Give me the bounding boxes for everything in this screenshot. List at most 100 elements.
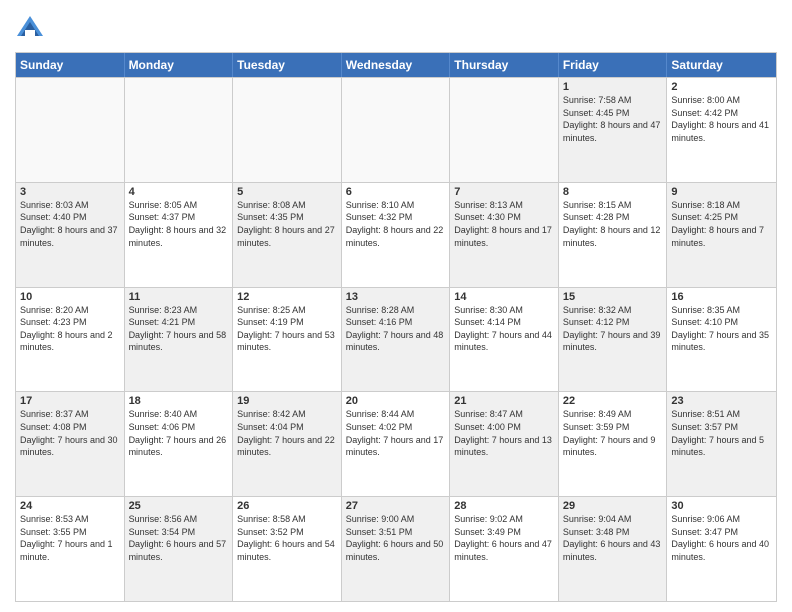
day-number: 30	[671, 500, 772, 512]
day-number: 18	[129, 395, 229, 407]
day-number: 5	[237, 186, 337, 198]
calendar-cell-4: 4Sunrise: 8:05 AM Sunset: 4:37 PM Daylig…	[125, 183, 234, 287]
day-info: Sunrise: 8:23 AM Sunset: 4:21 PM Dayligh…	[129, 304, 229, 354]
calendar-cell-15: 15Sunrise: 8:32 AM Sunset: 4:12 PM Dayli…	[559, 288, 668, 392]
day-info: Sunrise: 8:20 AM Sunset: 4:23 PM Dayligh…	[20, 304, 120, 354]
day-number: 29	[563, 500, 663, 512]
calendar-cell-19: 19Sunrise: 8:42 AM Sunset: 4:04 PM Dayli…	[233, 392, 342, 496]
calendar-body: 1Sunrise: 7:58 AM Sunset: 4:45 PM Daylig…	[16, 77, 776, 601]
calendar-cell-14: 14Sunrise: 8:30 AM Sunset: 4:14 PM Dayli…	[450, 288, 559, 392]
day-info: Sunrise: 9:02 AM Sunset: 3:49 PM Dayligh…	[454, 513, 554, 563]
calendar-row-4: 24Sunrise: 8:53 AM Sunset: 3:55 PM Dayli…	[16, 496, 776, 601]
day-number: 24	[20, 500, 120, 512]
page: SundayMondayTuesdayWednesdayThursdayFrid…	[0, 0, 792, 612]
day-info: Sunrise: 8:08 AM Sunset: 4:35 PM Dayligh…	[237, 199, 337, 249]
day-number: 7	[454, 186, 554, 198]
day-info: Sunrise: 8:30 AM Sunset: 4:14 PM Dayligh…	[454, 304, 554, 354]
day-number: 20	[346, 395, 446, 407]
day-number: 26	[237, 500, 337, 512]
calendar-cell-empty	[125, 78, 234, 182]
calendar-cell-27: 27Sunrise: 9:00 AM Sunset: 3:51 PM Dayli…	[342, 497, 451, 601]
calendar-cell-25: 25Sunrise: 8:56 AM Sunset: 3:54 PM Dayli…	[125, 497, 234, 601]
day-info: Sunrise: 8:58 AM Sunset: 3:52 PM Dayligh…	[237, 513, 337, 563]
day-number: 17	[20, 395, 120, 407]
day-info: Sunrise: 8:51 AM Sunset: 3:57 PM Dayligh…	[671, 408, 772, 458]
calendar-cell-29: 29Sunrise: 9:04 AM Sunset: 3:48 PM Dayli…	[559, 497, 668, 601]
calendar-row-3: 17Sunrise: 8:37 AM Sunset: 4:08 PM Dayli…	[16, 391, 776, 496]
weekday-header-tuesday: Tuesday	[233, 53, 342, 77]
weekday-header-thursday: Thursday	[450, 53, 559, 77]
day-info: Sunrise: 8:10 AM Sunset: 4:32 PM Dayligh…	[346, 199, 446, 249]
calendar-header: SundayMondayTuesdayWednesdayThursdayFrid…	[16, 53, 776, 77]
day-number: 23	[671, 395, 772, 407]
calendar-cell-30: 30Sunrise: 9:06 AM Sunset: 3:47 PM Dayli…	[667, 497, 776, 601]
calendar-row-2: 10Sunrise: 8:20 AM Sunset: 4:23 PM Dayli…	[16, 287, 776, 392]
day-number: 2	[671, 81, 772, 93]
day-number: 6	[346, 186, 446, 198]
day-info: Sunrise: 7:58 AM Sunset: 4:45 PM Dayligh…	[563, 94, 663, 144]
day-number: 3	[20, 186, 120, 198]
calendar-cell-empty	[233, 78, 342, 182]
day-info: Sunrise: 8:44 AM Sunset: 4:02 PM Dayligh…	[346, 408, 446, 458]
calendar-cell-21: 21Sunrise: 8:47 AM Sunset: 4:00 PM Dayli…	[450, 392, 559, 496]
calendar: SundayMondayTuesdayWednesdayThursdayFrid…	[15, 52, 777, 602]
calendar-cell-empty	[16, 78, 125, 182]
weekday-header-wednesday: Wednesday	[342, 53, 451, 77]
day-info: Sunrise: 8:18 AM Sunset: 4:25 PM Dayligh…	[671, 199, 772, 249]
weekday-header-monday: Monday	[125, 53, 234, 77]
day-info: Sunrise: 8:15 AM Sunset: 4:28 PM Dayligh…	[563, 199, 663, 249]
day-number: 14	[454, 291, 554, 303]
day-info: Sunrise: 9:04 AM Sunset: 3:48 PM Dayligh…	[563, 513, 663, 563]
day-number: 28	[454, 500, 554, 512]
day-info: Sunrise: 8:35 AM Sunset: 4:10 PM Dayligh…	[671, 304, 772, 354]
day-info: Sunrise: 8:03 AM Sunset: 4:40 PM Dayligh…	[20, 199, 120, 249]
day-info: Sunrise: 8:28 AM Sunset: 4:16 PM Dayligh…	[346, 304, 446, 354]
calendar-cell-23: 23Sunrise: 8:51 AM Sunset: 3:57 PM Dayli…	[667, 392, 776, 496]
calendar-row-0: 1Sunrise: 7:58 AM Sunset: 4:45 PM Daylig…	[16, 77, 776, 182]
calendar-cell-9: 9Sunrise: 8:18 AM Sunset: 4:25 PM Daylig…	[667, 183, 776, 287]
calendar-cell-5: 5Sunrise: 8:08 AM Sunset: 4:35 PM Daylig…	[233, 183, 342, 287]
day-number: 8	[563, 186, 663, 198]
calendar-cell-11: 11Sunrise: 8:23 AM Sunset: 4:21 PM Dayli…	[125, 288, 234, 392]
calendar-cell-13: 13Sunrise: 8:28 AM Sunset: 4:16 PM Dayli…	[342, 288, 451, 392]
calendar-cell-18: 18Sunrise: 8:40 AM Sunset: 4:06 PM Dayli…	[125, 392, 234, 496]
calendar-cell-16: 16Sunrise: 8:35 AM Sunset: 4:10 PM Dayli…	[667, 288, 776, 392]
calendar-cell-26: 26Sunrise: 8:58 AM Sunset: 3:52 PM Dayli…	[233, 497, 342, 601]
day-info: Sunrise: 8:25 AM Sunset: 4:19 PM Dayligh…	[237, 304, 337, 354]
day-number: 12	[237, 291, 337, 303]
calendar-cell-empty	[450, 78, 559, 182]
calendar-cell-17: 17Sunrise: 8:37 AM Sunset: 4:08 PM Dayli…	[16, 392, 125, 496]
day-info: Sunrise: 8:00 AM Sunset: 4:42 PM Dayligh…	[671, 94, 772, 144]
day-info: Sunrise: 8:40 AM Sunset: 4:06 PM Dayligh…	[129, 408, 229, 458]
day-info: Sunrise: 8:42 AM Sunset: 4:04 PM Dayligh…	[237, 408, 337, 458]
day-number: 11	[129, 291, 229, 303]
day-info: Sunrise: 8:53 AM Sunset: 3:55 PM Dayligh…	[20, 513, 120, 563]
day-number: 16	[671, 291, 772, 303]
logo	[15, 14, 49, 44]
day-number: 27	[346, 500, 446, 512]
logo-icon	[15, 14, 45, 44]
day-info: Sunrise: 8:49 AM Sunset: 3:59 PM Dayligh…	[563, 408, 663, 458]
day-info: Sunrise: 8:47 AM Sunset: 4:00 PM Dayligh…	[454, 408, 554, 458]
day-number: 22	[563, 395, 663, 407]
day-info: Sunrise: 8:13 AM Sunset: 4:30 PM Dayligh…	[454, 199, 554, 249]
calendar-cell-7: 7Sunrise: 8:13 AM Sunset: 4:30 PM Daylig…	[450, 183, 559, 287]
calendar-cell-6: 6Sunrise: 8:10 AM Sunset: 4:32 PM Daylig…	[342, 183, 451, 287]
calendar-row-1: 3Sunrise: 8:03 AM Sunset: 4:40 PM Daylig…	[16, 182, 776, 287]
day-info: Sunrise: 9:00 AM Sunset: 3:51 PM Dayligh…	[346, 513, 446, 563]
day-number: 1	[563, 81, 663, 93]
header	[15, 10, 777, 44]
calendar-cell-2: 2Sunrise: 8:00 AM Sunset: 4:42 PM Daylig…	[667, 78, 776, 182]
day-info: Sunrise: 8:56 AM Sunset: 3:54 PM Dayligh…	[129, 513, 229, 563]
calendar-cell-12: 12Sunrise: 8:25 AM Sunset: 4:19 PM Dayli…	[233, 288, 342, 392]
day-info: Sunrise: 8:32 AM Sunset: 4:12 PM Dayligh…	[563, 304, 663, 354]
calendar-cell-3: 3Sunrise: 8:03 AM Sunset: 4:40 PM Daylig…	[16, 183, 125, 287]
day-number: 21	[454, 395, 554, 407]
day-number: 25	[129, 500, 229, 512]
day-number: 13	[346, 291, 446, 303]
calendar-cell-20: 20Sunrise: 8:44 AM Sunset: 4:02 PM Dayli…	[342, 392, 451, 496]
weekday-header-friday: Friday	[559, 53, 668, 77]
calendar-cell-empty	[342, 78, 451, 182]
day-number: 19	[237, 395, 337, 407]
weekday-header-saturday: Saturday	[667, 53, 776, 77]
